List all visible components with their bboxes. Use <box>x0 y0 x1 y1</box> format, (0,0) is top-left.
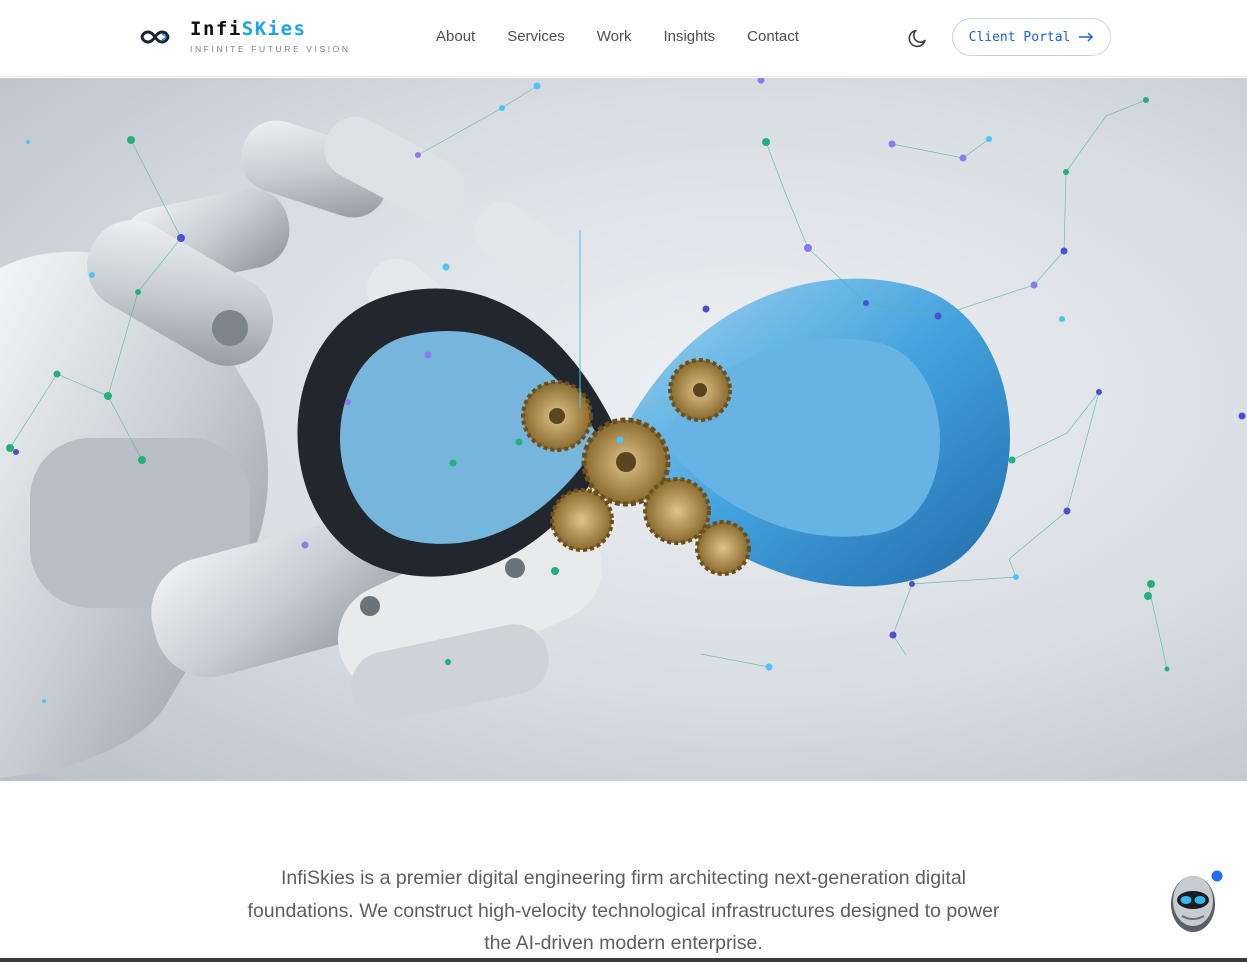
notification-dot <box>1211 870 1223 882</box>
nav-services[interactable]: Services <box>507 28 565 45</box>
infinity-logo-icon <box>140 30 170 44</box>
intro-paragraph: InfiSkies is a premier digital engineeri… <box>247 867 1000 954</box>
site-header: InfiSKies INFINITE FUTURE VISION About S… <box>0 0 1247 77</box>
main-nav: About Services Work Insights Contact <box>436 28 831 45</box>
client-portal-button[interactable]: Client Portal <box>952 18 1111 56</box>
brand-logo[interactable]: InfiSKies INFINITE FUTURE VISION <box>140 18 351 54</box>
brand-tagline: INFINITE FUTURE VISION <box>190 44 351 54</box>
hero-image <box>0 78 1247 781</box>
theme-toggle-button[interactable] <box>906 26 930 50</box>
nav-insights[interactable]: Insights <box>663 28 715 45</box>
brand-name: InfiSKies <box>190 18 307 40</box>
bottom-edge <box>0 958 1247 962</box>
client-portal-label: Client Portal <box>968 29 1071 45</box>
arrow-right-icon <box>1079 32 1094 42</box>
nav-about[interactable]: About <box>436 28 475 45</box>
nav-contact[interactable]: Contact <box>747 28 799 45</box>
robot-assistant-icon <box>1171 869 1224 932</box>
chat-assistant-button[interactable] <box>1166 868 1224 934</box>
nav-work[interactable]: Work <box>597 28 632 45</box>
moon-icon <box>908 29 926 48</box>
